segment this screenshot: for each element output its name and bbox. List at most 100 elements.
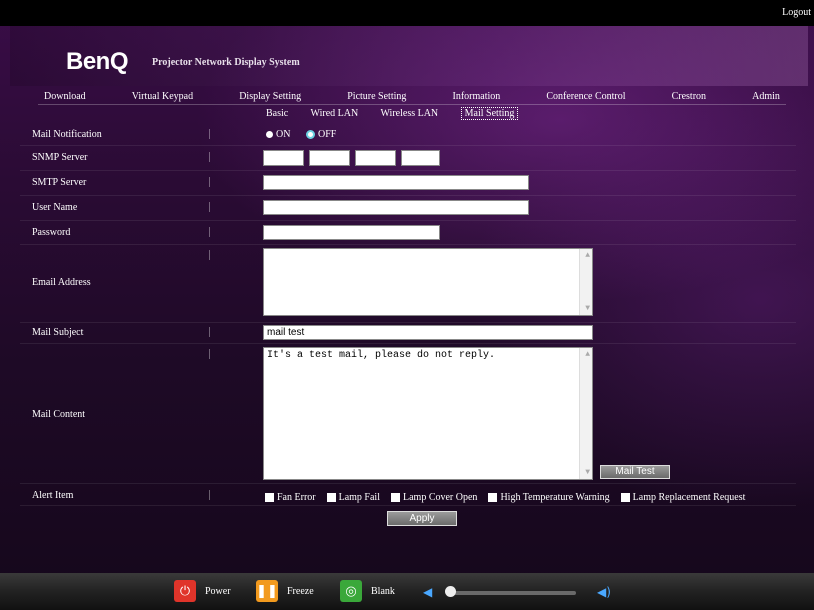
nav-picture-setting[interactable]: Picture Setting: [347, 91, 406, 105]
apply-button[interactable]: Apply: [387, 511, 457, 526]
mail-subject-input[interactable]: [263, 325, 593, 340]
blank-control[interactable]: ◎ Blank: [340, 580, 395, 602]
smtp-server-input[interactable]: [263, 175, 529, 190]
subnav-wireless-lan[interactable]: Wireless LAN: [381, 108, 439, 119]
password-input[interactable]: [263, 225, 440, 240]
nav-information[interactable]: Information: [453, 91, 501, 105]
mail-subject-label: Mail Subject: [32, 327, 84, 338]
snmp-server-label: SNMP Server: [32, 152, 88, 163]
power-icon: ⏻: [174, 580, 196, 602]
checkbox-icon: [391, 493, 400, 502]
row-mail-subject: Mail Subject: [20, 322, 796, 344]
checkbox-icon: [488, 493, 498, 502]
password-label: Password: [32, 227, 71, 238]
row-smtp-server: SMTP Server: [20, 170, 796, 196]
volume-down-icon[interactable]: ◀: [423, 585, 432, 599]
bottom-control-bar: [0, 573, 814, 610]
checkbox-icon: [265, 493, 274, 502]
user-name-label: User Name: [32, 202, 78, 213]
alert-lamp-replacement-label: Lamp Replacement Request: [632, 492, 746, 503]
blank-icon: ◎: [340, 580, 362, 602]
separator: [209, 327, 210, 337]
separator: [209, 490, 210, 500]
subnav-basic[interactable]: Basic: [266, 108, 288, 119]
separator: [209, 227, 210, 237]
alert-item-options: Fan Error Lamp Fail Lamp Cover Open High…: [265, 489, 752, 507]
row-mail-notification: Mail Notification ON OFF: [20, 123, 796, 146]
subnav-mail-setting[interactable]: Mail Setting: [460, 107, 519, 120]
email-address-label: Email Address: [32, 277, 91, 288]
nav-virtual-keypad[interactable]: Virtual Keypad: [132, 91, 193, 105]
sub-nav: Basic Wired LAN Wireless LAN Mail Settin…: [266, 107, 538, 120]
mail-content-textarea[interactable]: It's a test mail, please do not reply. ▲…: [263, 347, 593, 480]
alert-high-temperature-label: High Temperature Warning: [500, 492, 610, 503]
radio-on-icon: [266, 131, 273, 138]
snmp-octet-1[interactable]: [263, 150, 304, 166]
nav-display-setting[interactable]: Display Setting: [239, 91, 301, 105]
mail-content-value: It's a test mail, please do not reply.: [267, 350, 496, 361]
row-email-address: Email Address ▲ ▼: [20, 244, 796, 323]
separator: [209, 177, 210, 187]
row-mail-content: Mail Content It's a test mail, please do…: [20, 343, 796, 484]
alert-lamp-replacement[interactable]: Lamp Replacement Request: [620, 492, 746, 503]
scroll-up-icon[interactable]: ▲: [585, 251, 590, 260]
mail-notification-label: Mail Notification: [32, 129, 102, 140]
radio-on-label: ON: [276, 129, 291, 140]
nav-conference-control[interactable]: Conference Control: [546, 91, 625, 105]
user-name-input[interactable]: [263, 200, 529, 215]
checkbox-icon: [620, 493, 630, 502]
alert-lamp-cover-open-label: Lamp Cover Open: [403, 492, 478, 503]
brand-logo: BenQ: [66, 48, 129, 75]
alert-high-temperature[interactable]: High Temperature Warning: [488, 492, 610, 503]
subnav-wired-lan[interactable]: Wired LAN: [311, 108, 359, 119]
separator: [209, 129, 210, 139]
radio-off-label: OFF: [318, 129, 337, 140]
volume-slider-track[interactable]: [448, 591, 576, 595]
alert-item-label: Alert Item: [32, 490, 74, 501]
row-alert-item: Alert Item Fan Error Lamp Fail Lamp Cove…: [20, 483, 796, 506]
nav-admin[interactable]: Admin: [752, 91, 780, 105]
row-user-name: User Name: [20, 195, 796, 221]
separator: [209, 250, 210, 260]
scrollbar[interactable]: [579, 348, 592, 479]
alert-lamp-fail[interactable]: Lamp Fail: [326, 492, 380, 503]
freeze-icon: ❚❚: [256, 580, 278, 602]
blank-label: Blank: [371, 585, 395, 597]
alert-fan-error[interactable]: Fan Error: [265, 492, 316, 503]
nav-divider: [38, 104, 786, 105]
alert-lamp-cover-open[interactable]: Lamp Cover Open: [391, 492, 477, 503]
power-control[interactable]: ⏻ Power: [174, 580, 231, 602]
scroll-down-icon[interactable]: ▼: [585, 304, 590, 313]
smtp-server-label: SMTP Server: [32, 177, 87, 188]
volume-slider-handle[interactable]: [445, 586, 456, 597]
separator: [209, 202, 210, 212]
volume-up-icon[interactable]: ◀): [597, 585, 611, 599]
scroll-up-icon[interactable]: ▲: [585, 350, 590, 359]
mail-content-label: Mail Content: [32, 409, 86, 420]
nav-crestron[interactable]: Crestron: [672, 91, 706, 105]
snmp-octet-4[interactable]: [401, 150, 440, 166]
radio-on[interactable]: ON: [266, 129, 290, 140]
row-password: Password: [20, 220, 796, 245]
snmp-octet-3[interactable]: [355, 150, 396, 166]
radio-off[interactable]: OFF: [306, 129, 336, 140]
top-bar: Logout: [0, 0, 814, 26]
email-address-textarea[interactable]: ▲ ▼: [263, 248, 593, 316]
separator: [209, 152, 210, 162]
nav-download[interactable]: Download: [44, 91, 86, 105]
radio-off-selected-icon: [306, 130, 315, 139]
freeze-label: Freeze: [287, 585, 314, 597]
separator: [209, 349, 210, 359]
main-nav: Download Virtual Keypad Display Setting …: [44, 91, 780, 105]
system-title: Projector Network Display System: [152, 57, 300, 68]
alert-fan-error-label: Fan Error: [277, 492, 316, 503]
mail-test-button[interactable]: Mail Test: [600, 465, 670, 479]
logout-link[interactable]: Logout: [782, 7, 811, 18]
scroll-down-icon[interactable]: ▼: [585, 468, 590, 477]
alert-lamp-fail-label: Lamp Fail: [338, 492, 380, 503]
snmp-octet-2[interactable]: [309, 150, 350, 166]
checkbox-icon: [326, 493, 336, 502]
freeze-control[interactable]: ❚❚ Freeze: [256, 580, 314, 602]
header-band: [10, 26, 808, 86]
power-label: Power: [205, 585, 231, 597]
